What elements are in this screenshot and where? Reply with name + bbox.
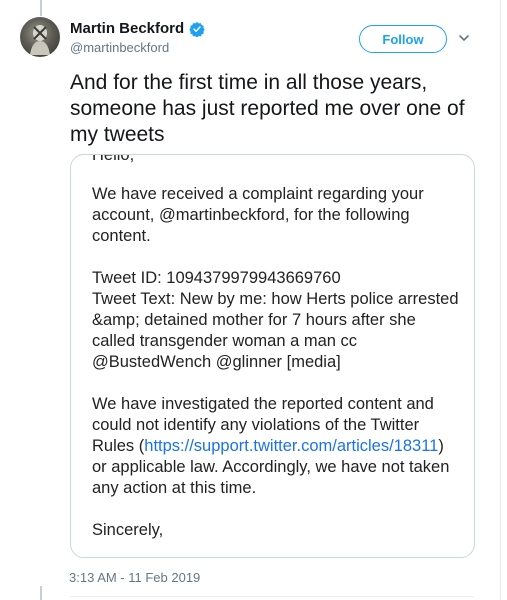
chevron-down-icon[interactable] bbox=[457, 31, 471, 45]
email-paragraph-complaint: We have received a complaint regarding y… bbox=[92, 185, 424, 245]
email-tweet-details: Tweet ID: 1094379979943669760 Tweet Text… bbox=[92, 268, 462, 373]
media-image[interactable]: Hello, We have received a complaint rega… bbox=[70, 154, 475, 558]
twitter-rules-link[interactable]: https://support.twitter.com/articles/183… bbox=[144, 437, 438, 455]
thread-connector-top bbox=[40, 0, 42, 16]
email-greeting: Hello, bbox=[92, 154, 135, 164]
email-paragraph-investigation: We have investigated the reported conten… bbox=[92, 394, 462, 499]
divider bbox=[70, 596, 474, 597]
email-closing: Sincerely, bbox=[92, 521, 164, 539]
tweet-text: And for the first time in all those year… bbox=[70, 71, 465, 146]
verified-badge-icon bbox=[189, 21, 205, 37]
tweet-timestamp[interactable]: 3:13 AM - 11 Feb 2019 bbox=[69, 570, 200, 585]
email-tweet-text: Tweet Text: New by me: how Herts police … bbox=[92, 290, 459, 371]
avatar-image bbox=[30, 25, 50, 55]
avatar[interactable] bbox=[20, 17, 60, 57]
email-screenshot: Hello, We have received a complaint rega… bbox=[92, 154, 462, 557]
author-handle[interactable]: @martinbeckford bbox=[70, 40, 169, 55]
email-tweet-id: Tweet ID: 1094379979943669760 bbox=[92, 269, 341, 287]
follow-button[interactable]: Follow bbox=[359, 25, 447, 53]
display-name[interactable]: Martin Beckford bbox=[70, 20, 184, 37]
thread-connector-bottom bbox=[40, 586, 42, 600]
column-divider bbox=[500, 0, 501, 600]
author-name-row[interactable]: Martin Beckford bbox=[70, 20, 205, 37]
